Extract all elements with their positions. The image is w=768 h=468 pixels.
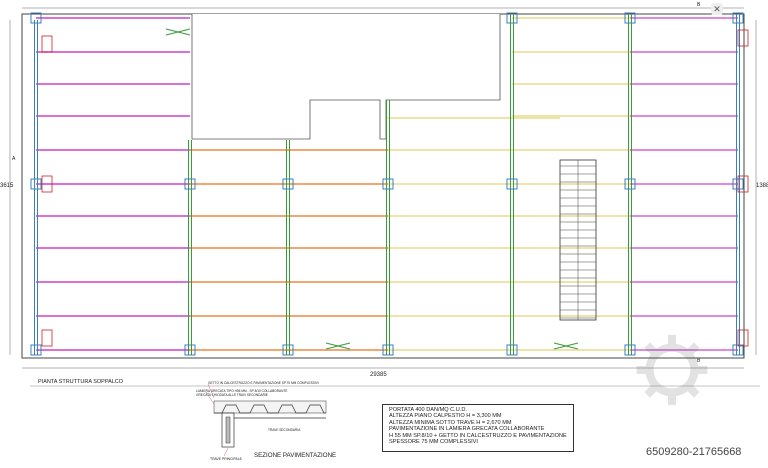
note-line: PAVIMENTAZIONE IN LAMIERA GRECATA COLLAB… — [389, 426, 545, 433]
dimension-marker — [41, 329, 53, 347]
section-detail: GETTO IN CALCESTRUZZO E PAVIMENTAZIONE S… — [196, 381, 336, 461]
section-label-secondary: TRAVE SECONDARIA — [268, 428, 301, 432]
total-width-label: 29385 — [370, 372, 387, 378]
close-icon[interactable]: ✕ — [711, 3, 723, 15]
notes-box: PORTATA 400 DAN/MQ C.U.D. ALTEZZA PIANO … — [382, 404, 574, 452]
section-label-main: TRAVE PRINCIPALE — [210, 457, 243, 461]
main-beam-web — [225, 416, 231, 444]
plan-title: PIANTA STRUTTURA SOPPALCO — [38, 379, 124, 385]
office-block — [191, 14, 501, 140]
right-dim-label: 1388 — [756, 183, 768, 189]
note-line: SPESSORE 75 MM COMPLESSIVI — [389, 439, 478, 446]
left-dim-label: 3615 — [0, 183, 14, 189]
section-label-fixing: GRECATA CHIODATA ALLE TRAVI SECONDARIE — [196, 393, 268, 397]
section-marker-b-top: B — [697, 2, 701, 8]
section-title: SEZIONE PAVIMENTAZIONE — [254, 452, 336, 459]
drawing-canvas: 29385 3615 1388 A B B PIANTA STRUTTURA S… — [0, 0, 768, 463]
section-marker-a-left: A — [12, 156, 16, 162]
section-leader-3 — [223, 447, 229, 457]
listing-id-watermark: 6509280-21765668 — [646, 446, 742, 458]
section-label-concrete: GETTO IN CALCESTRUZZO E PAVIMENTAZIONE S… — [208, 381, 319, 385]
gear-watermark-icon — [636, 334, 708, 406]
dimension-marker — [41, 35, 53, 53]
